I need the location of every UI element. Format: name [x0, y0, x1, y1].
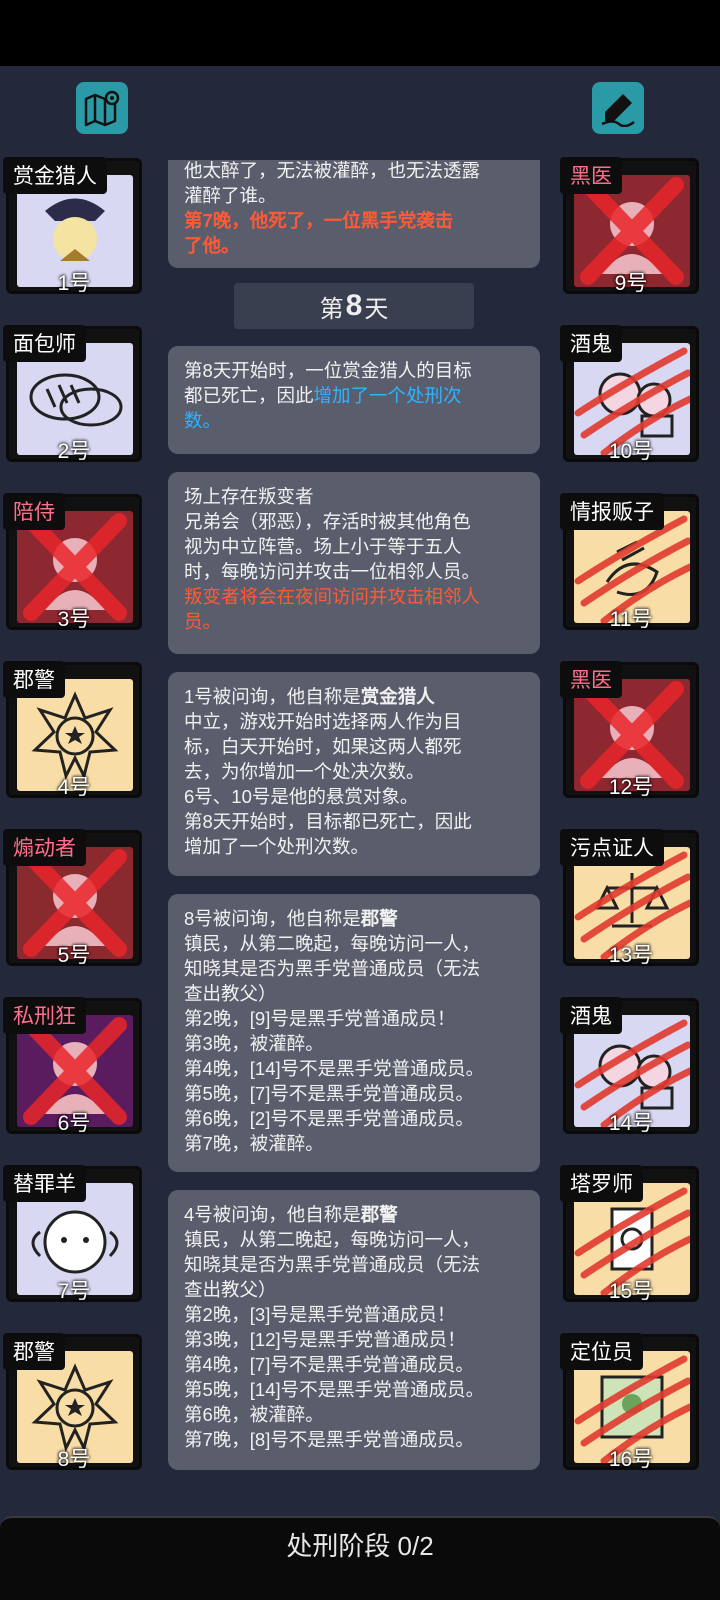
message-text: 灌醉了谁。 — [184, 185, 277, 206]
seat-number: 15号 — [608, 1280, 654, 1303]
message-text: 他太醉了，无法被灌醉，也无法透露 — [184, 160, 481, 181]
message-text: 镇民，从第二晚起，每晚访问一人， 知晓其是否为黑手党普通成员（无法 查出教父） … — [184, 1229, 485, 1450]
message-feed[interactable]: 他太醉了，无法被灌醉，也无法透露 灌醉了谁。 第7晚，他死了，一位黑手党袭击 了… — [154, 160, 552, 1485]
seat-number: 14号 — [608, 1112, 654, 1135]
message-text: 4号被问询，他自称是 — [184, 1204, 361, 1225]
seat-number: 1号 — [57, 272, 91, 295]
player-card[interactable]: 酒鬼 10号 — [560, 325, 699, 463]
player-card[interactable]: 污点证人 13号 — [560, 829, 699, 967]
seat-number: 7号 — [57, 1280, 91, 1303]
role-name: 郡警 — [3, 1333, 65, 1370]
message-highlight: 第7晚，他死了，一位黑手党袭击 了他。 — [184, 210, 454, 256]
status-bar — [0, 0, 720, 66]
phase-label: 处刑阶段 0/2 — [286, 1531, 434, 1561]
notes-button[interactable] — [592, 82, 644, 134]
player-card[interactable]: 黑医 9号 — [560, 157, 699, 295]
seat-number: 10号 — [608, 440, 654, 463]
day-prefix: 第 — [319, 295, 344, 323]
execution-phase-bar[interactable]: 处刑阶段 0/2 — [0, 1516, 720, 1600]
role-name: 酒鬼 — [560, 325, 622, 362]
player-card[interactable]: 郡警 8号 — [3, 1333, 142, 1471]
seat-number: 16号 — [608, 1448, 654, 1471]
message-text: 1号被问询，他自称是 — [184, 686, 361, 707]
role-name: 面包师 — [3, 325, 86, 362]
player-card[interactable]: 面包师 2号 — [3, 325, 142, 463]
seat-number: 9号 — [614, 272, 648, 295]
message-text: 镇民，从第二晚起，每晚访问一人， 知晓其是否为黑手党普通成员（无法 查出教父） … — [184, 933, 485, 1154]
role-name: 黑医 — [560, 157, 622, 194]
player-card[interactable]: 私刑狂 6号 — [3, 997, 142, 1135]
role-name: 塔罗师 — [560, 1165, 643, 1202]
message-card: 他太醉了，无法被灌醉，也无法透露 灌醉了谁。 第7晚，他死了，一位黑手党袭击 了… — [168, 160, 540, 268]
claimed-role: 郡警 — [360, 908, 398, 929]
role-name: 陪侍 — [3, 493, 65, 530]
player-card[interactable]: 替罪羊 7号 — [3, 1165, 142, 1303]
seat-number: 13号 — [608, 944, 654, 967]
pen-icon — [601, 94, 635, 127]
message-card: 1号被问询，他自称是赏金猎人 中立，游戏开始时选择两人作为目 标，白天开始时，如… — [168, 672, 540, 876]
day-number: 8 — [345, 289, 363, 322]
player-card[interactable]: 黑医 12号 — [560, 661, 699, 799]
message-highlight: 叛变者将会在夜间访问并攻击相邻人 员。 — [184, 586, 481, 632]
map-pin-icon — [84, 90, 120, 127]
role-name: 黑医 — [560, 661, 622, 698]
role-name: 郡警 — [3, 661, 65, 698]
seat-number: 3号 — [57, 608, 91, 631]
message-text: 场上存在叛变者 兄弟会（邪恶），存活时被其他角色 视为中立阵营。场上小于等于五人… — [184, 486, 481, 582]
seat-number: 4号 — [57, 776, 91, 799]
day-divider: 第 8 天 — [234, 283, 474, 329]
player-card[interactable]: 情报贩子 11号 — [560, 493, 699, 631]
message-card: 场上存在叛变者 兄弟会（邪恶），存活时被其他角色 视为中立阵营。场上小于等于五人… — [168, 472, 540, 654]
player-card[interactable]: 赏金猎人 1号 — [3, 157, 142, 295]
seat-number: 2号 — [57, 440, 91, 463]
role-name: 赏金猎人 — [3, 157, 107, 194]
seat-number: 12号 — [608, 776, 654, 799]
role-name: 情报贩子 — [560, 493, 664, 530]
player-card[interactable]: 煽动者 5号 — [3, 829, 142, 967]
role-name: 私刑狂 — [3, 997, 86, 1034]
role-name: 煽动者 — [3, 829, 86, 866]
day-suffix: 天 — [364, 295, 389, 323]
seat-number: 5号 — [57, 944, 91, 967]
player-card[interactable]: 郡警 4号 — [3, 661, 142, 799]
message-card: 8号被问询，他自称是郡警 镇民，从第二晚起，每晚访问一人， 知晓其是否为黑手党普… — [168, 894, 540, 1172]
message-card: 4号被问询，他自称是郡警 镇民，从第二晚起，每晚访问一人， 知晓其是否为黑手党普… — [168, 1190, 540, 1470]
role-name: 污点证人 — [560, 829, 664, 866]
player-card[interactable]: 塔罗师 15号 — [560, 1165, 699, 1303]
message-text: 8号被问询，他自称是 — [184, 908, 361, 929]
role-name: 酒鬼 — [560, 997, 622, 1034]
player-card[interactable]: 陪侍 3号 — [3, 493, 142, 631]
role-name: 定位员 — [560, 1333, 643, 1370]
claimed-role: 郡警 — [360, 1204, 398, 1225]
seat-number: 6号 — [57, 1112, 91, 1135]
player-card[interactable]: 酒鬼 14号 — [560, 997, 699, 1135]
claimed-role: 赏金猎人 — [360, 686, 435, 707]
player-card[interactable]: 定位员 16号 — [560, 1333, 699, 1471]
map-button[interactable] — [76, 82, 128, 134]
role-name: 替罪羊 — [3, 1165, 86, 1202]
seat-number: 8号 — [57, 1448, 91, 1471]
message-text: 中立，游戏开始时选择两人作为目 标，白天开始时，如果这两人都死 去，为你增加一个… — [184, 711, 472, 857]
message-card: 第8天开始时，一位赏金猎人的目标 都已死亡，因此增加了一个处刑次 数。 — [168, 346, 540, 454]
seat-number: 11号 — [609, 608, 653, 631]
